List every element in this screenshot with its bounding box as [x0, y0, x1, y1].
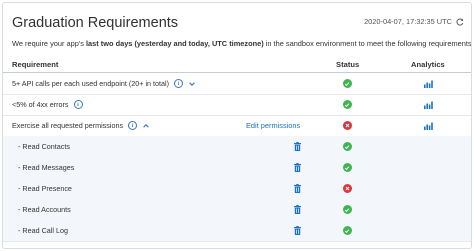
requirement-cell: <5% of 4xx errors i: [12, 94, 83, 115]
status-ok-icon: [341, 157, 353, 178]
requirement-label: - Read Call Log: [18, 226, 68, 235]
requirement-row: <5% of 4xx errors i: [3, 94, 471, 116]
permission-row: - Read Messages: [3, 157, 471, 179]
chevron-down-icon[interactable]: [188, 80, 196, 88]
analytics-bar-chart-icon[interactable]: [422, 94, 434, 115]
trash-icon[interactable]: [292, 157, 302, 178]
column-header-analytics: Analytics: [411, 60, 445, 69]
requirement-cell: - Read Call Log: [18, 220, 68, 241]
requirement-cell: 5+ API calls per each used endpoint (20+…: [12, 73, 196, 94]
description-bold: last two days (yesterday and today, UTC …: [86, 39, 264, 48]
trash-icon[interactable]: [292, 136, 302, 157]
requirement-label: 5+ API calls per each used endpoint (20+…: [12, 79, 170, 88]
description-prefix: We require your app's: [12, 39, 86, 48]
status-error-icon: [341, 178, 353, 199]
refresh-icon[interactable]: [456, 18, 464, 26]
requirement-label: - Read Accounts: [18, 205, 71, 214]
requirement-row: 5+ API calls per each used endpoint (20+…: [3, 73, 471, 95]
column-header-requirement: Requirement: [12, 60, 59, 69]
analytics-bar-chart-icon[interactable]: [422, 73, 434, 94]
info-icon[interactable]: i: [174, 79, 184, 88]
description-suffix: in the sandbox environment to meet the f…: [263, 39, 472, 48]
status-error-icon: [341, 115, 353, 136]
requirement-cell: - Read Messages: [18, 157, 74, 178]
trash-icon[interactable]: [292, 199, 302, 220]
requirement-cell: - Read Presence: [18, 178, 72, 199]
graduation-requirements-panel: Graduation Requirements 2020-04-07, 17:3…: [2, 2, 472, 249]
page-title: Graduation Requirements: [12, 15, 179, 31]
column-header-status: Status: [336, 60, 360, 69]
status-ok-icon: [341, 220, 353, 241]
chevron-up-icon[interactable]: [142, 122, 150, 130]
trash-icon[interactable]: [292, 178, 302, 199]
requirements-description: We require your app's last two days (yes…: [12, 39, 472, 48]
requirement-label: Exercise all requested permissions: [12, 121, 124, 130]
info-icon[interactable]: i: [73, 100, 83, 109]
timestamp-text: 2020-04-07, 17:32:35 UTC: [364, 17, 452, 26]
status-ok-icon: [341, 136, 353, 157]
timestamp: 2020-04-07, 17:32:35 UTC: [364, 17, 464, 26]
edit-permissions-link[interactable]: Edit permissions: [246, 115, 300, 136]
requirement-label: <5% of 4xx errors: [12, 100, 69, 109]
permission-row: - Read Contacts: [3, 136, 471, 158]
info-icon[interactable]: i: [128, 121, 138, 130]
requirement-cell: - Read Accounts: [18, 199, 71, 220]
permission-row: - Read Call Log: [3, 220, 471, 242]
status-ok-icon: [341, 73, 353, 94]
analytics-bar-chart-icon[interactable]: [422, 115, 434, 136]
requirement-label: - Read Presence: [18, 184, 72, 193]
requirement-row: Exercise all requested permissions i Edit …: [3, 115, 471, 137]
permission-row: - Read Accounts: [3, 199, 471, 221]
requirement-label: - Read Messages: [18, 163, 75, 172]
status-ok-icon: [341, 199, 353, 220]
status-ok-icon: [341, 94, 353, 115]
requirement-cell: Exercise all requested permissions i: [12, 115, 150, 136]
permission-row: - Read Presence: [3, 178, 471, 200]
requirement-label: - Read Contacts: [18, 142, 70, 151]
requirement-cell: - Read Contacts: [18, 136, 70, 157]
trash-icon[interactable]: [292, 220, 302, 241]
